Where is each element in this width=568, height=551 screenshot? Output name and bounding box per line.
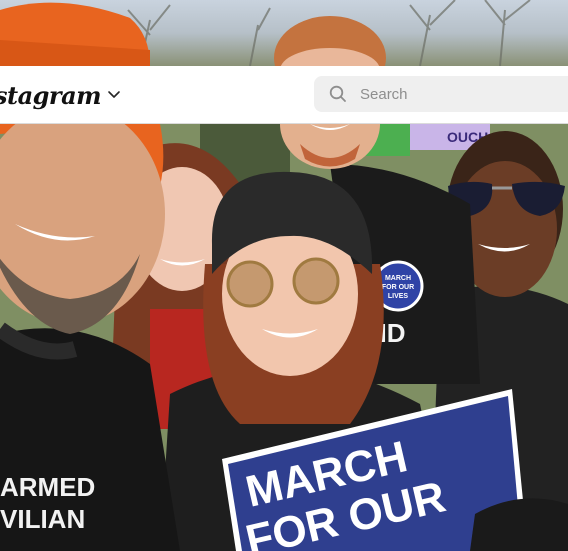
shirt-left-line2: VILIAN [0,504,85,534]
svg-text:LIVES: LIVES [388,293,409,300]
photo-scene: OUCH MARCH FOR OUR LIVES ND ARMED VILIAN… [0,124,568,551]
svg-text:FOR OUR: FOR OUR [382,284,414,291]
brand-wordmark: stagram [0,80,102,110]
svg-text:MARCH: MARCH [385,275,411,282]
photo-top-strip [0,0,568,66]
post-photo: OUCH MARCH FOR OUR LIVES ND ARMED VILIAN… [0,124,568,551]
brand-logo-link[interactable]: stagram [0,80,121,110]
top-nav-bar: stagram [0,66,568,124]
search-input[interactable] [358,84,542,104]
search-box[interactable] [314,76,568,112]
chevron-down-icon[interactable] [107,88,121,102]
photo-top-scene [0,0,531,66]
search-icon [329,85,346,102]
shirt-left-line1: ARMED [0,472,95,502]
